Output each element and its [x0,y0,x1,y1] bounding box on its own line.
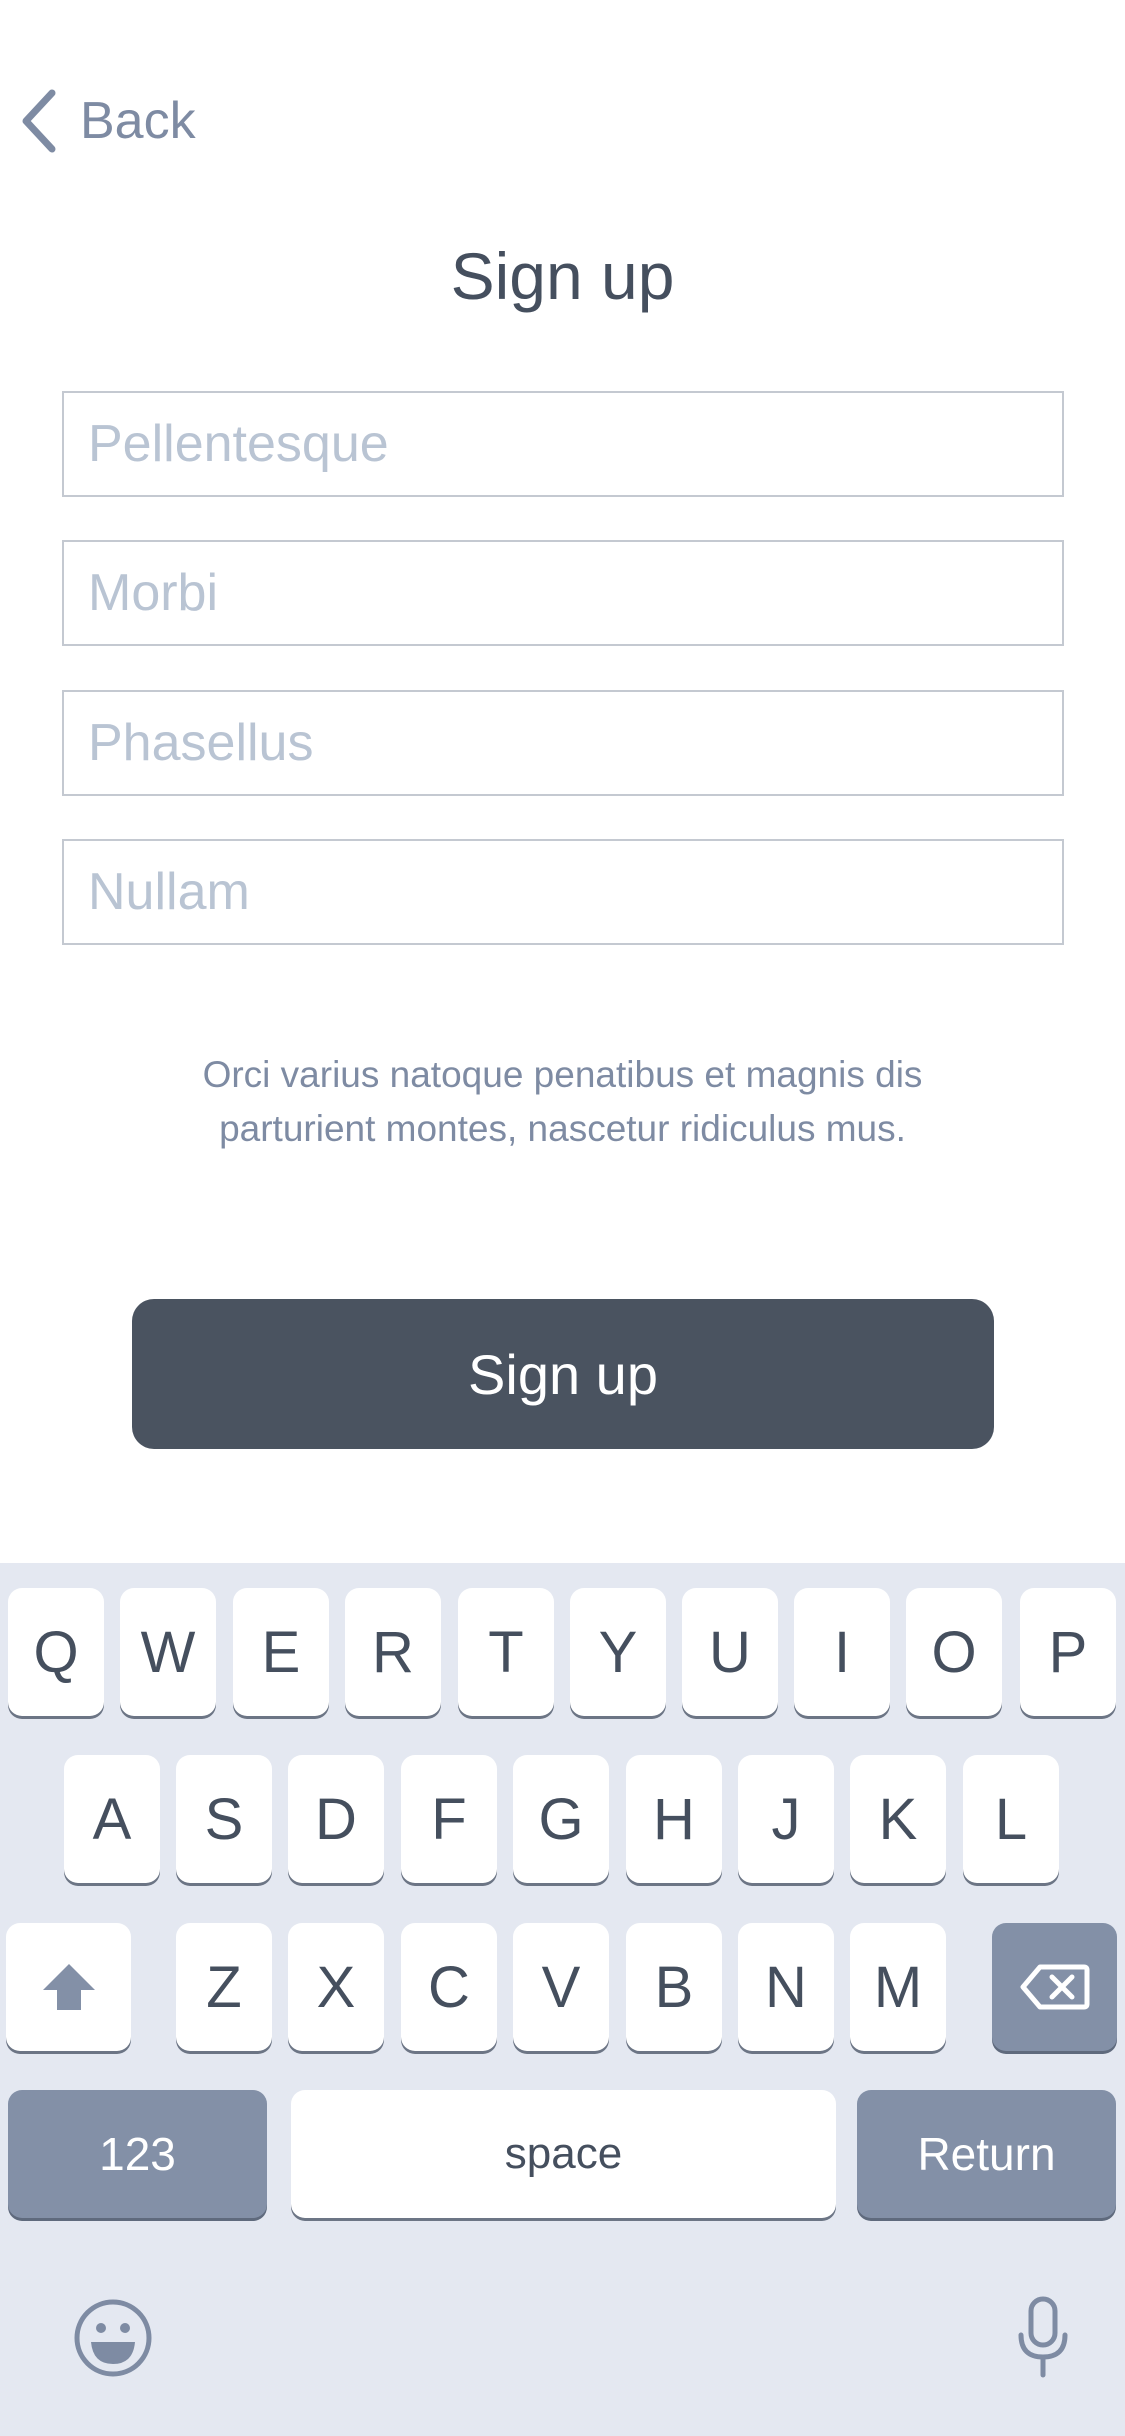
key-x[interactable]: X [288,1923,384,2051]
chevron-left-icon [22,89,56,153]
key-k[interactable]: K [850,1755,946,1883]
key-q[interactable]: Q [8,1588,104,1716]
key-j[interactable]: J [738,1755,834,1883]
backspace-icon [1020,1964,1089,2010]
pellentesque-field[interactable] [62,391,1064,497]
key-z[interactable]: Z [176,1923,272,2051]
key-y[interactable]: Y [570,1588,666,1716]
key-n[interactable]: N [738,1923,834,2051]
emoji-button[interactable] [70,2295,156,2381]
key-t[interactable]: T [458,1588,554,1716]
shift-icon [42,1964,95,2010]
return-key[interactable]: Return [857,2090,1116,2218]
page-title: Sign up [450,239,675,313]
space-key[interactable]: space [291,2090,836,2218]
disclaimer-text: Orci varius natoque penatibus et magnis … [202,1054,923,1149]
numbers-key[interactable]: 123 [8,2090,267,2218]
nullam-field[interactable] [62,839,1064,945]
key-a[interactable]: A [64,1755,160,1883]
key-m[interactable]: M [850,1923,946,2051]
keyboard: Q W E R T Y U I O P A S D F G H J K L Z … [0,1563,1125,2436]
morbi-field[interactable] [62,540,1064,646]
key-v[interactable]: V [513,1923,609,2051]
key-p[interactable]: P [1020,1588,1116,1716]
shift-key[interactable] [6,1923,131,2051]
microphone-button[interactable] [1000,2293,1086,2383]
key-c[interactable]: C [401,1923,497,2051]
sign-up-button[interactable]: Sign up [132,1299,994,1449]
key-g[interactable]: G [513,1755,609,1883]
back-label: Back [80,92,196,150]
key-r[interactable]: R [345,1588,441,1716]
key-o[interactable]: O [906,1588,1002,1716]
key-u[interactable]: U [682,1588,778,1716]
key-w[interactable]: W [120,1588,216,1716]
key-h[interactable]: H [626,1755,722,1883]
key-e[interactable]: E [233,1588,329,1716]
key-d[interactable]: D [288,1755,384,1883]
backspace-key[interactable] [992,1923,1117,2051]
emoji-icon [74,2299,152,2377]
microphone-icon [1018,2296,1068,2378]
key-l[interactable]: L [963,1755,1059,1883]
key-b[interactable]: B [626,1923,722,2051]
key-i[interactable]: I [794,1588,890,1716]
back-button[interactable]: Back [18,86,196,156]
key-f[interactable]: F [401,1755,497,1883]
key-s[interactable]: S [176,1755,272,1883]
phasellus-field[interactable] [62,690,1064,796]
